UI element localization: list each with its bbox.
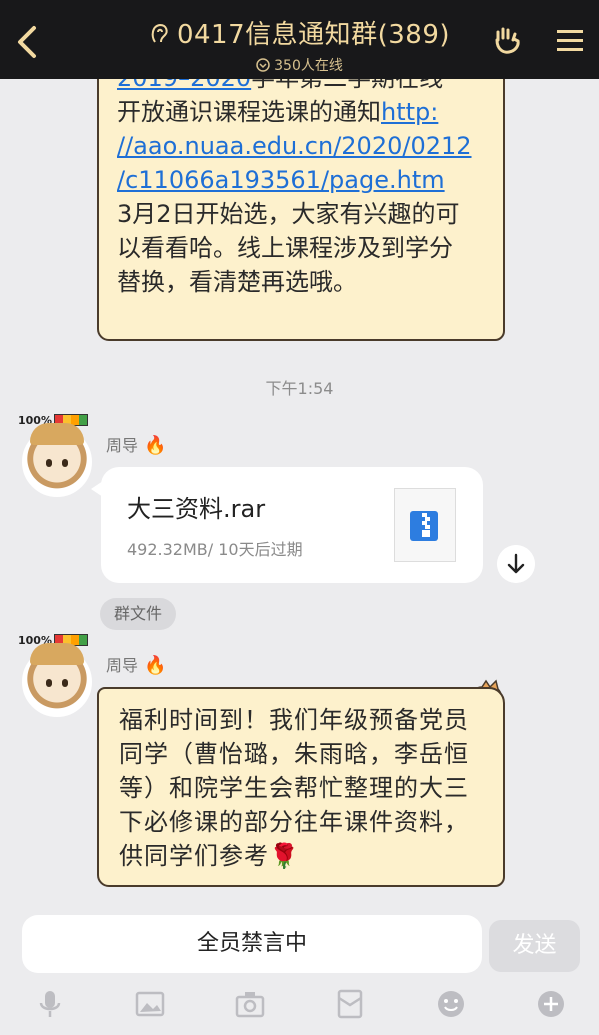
message-line: /c11066a193561/page.htm: [117, 163, 487, 197]
message-line: 开放通识课程选课的通知http:: [117, 95, 487, 129]
avatar[interactable]: [22, 643, 92, 717]
message-input-muted[interactable]: 全员禁言中: [22, 915, 482, 973]
ear-icon: [151, 23, 168, 43]
message-line: //aao.nuaa.edu.cn/2020/0212: [117, 129, 487, 163]
sender-name[interactable]: 周导 🔥: [106, 432, 166, 456]
sender-name-text: 周导: [106, 436, 139, 455]
year-link[interactable]: 2019–2020: [117, 79, 251, 92]
avatar-eye: [46, 459, 52, 467]
chat-title-text: 0417信息通知群(389): [176, 20, 451, 50]
message-bubble-notice[interactable]: ... 2019–2020学年第二学期在线 开放通识课程选课的通知http: /…: [97, 79, 505, 341]
message-line: 3月2日开始选，大家有兴趣的可: [117, 200, 460, 228]
red-packet-icon[interactable]: [335, 989, 365, 1019]
timestamp: 下午1:54: [265, 379, 334, 398]
top-bar: 0417信息通知群(389) 350人在线: [0, 0, 599, 79]
camera-icon[interactable]: [235, 989, 265, 1019]
bubble-tail: [91, 481, 103, 497]
input-toolbar: [0, 985, 599, 1025]
message-line: 福利时间到！我们年级预备党员: [119, 706, 469, 734]
message-line: 2019–2020学年第二学期在线: [117, 79, 487, 95]
sender-name[interactable]: 周导 🔥: [106, 652, 166, 676]
notice-url-link[interactable]: /c11066a193561/page.htm: [117, 166, 445, 194]
online-count-text: 350人在线: [274, 58, 343, 74]
eye-icon: [256, 58, 270, 72]
message-line: 以看看哈。线上课程涉及到学分: [117, 234, 453, 262]
image-icon[interactable]: [135, 989, 165, 1019]
message-bubble-welfare[interactable]: 福利时间到！我们年级预备党员 同学（曹怡璐，朱雨晗，李岳恒 等）和院学生会帮忙整…: [97, 687, 505, 887]
avatar[interactable]: [22, 423, 92, 497]
flame-icon: 🔥: [144, 655, 167, 676]
message-line: 下必修课的部分往年课件资料，: [119, 808, 469, 836]
sender-name-text: 周导: [106, 656, 139, 675]
message-line: 同学（曹怡璐，朱雨晗，李岳恒: [119, 740, 469, 768]
avatar-eye: [46, 679, 52, 687]
hat-shape: [30, 643, 84, 665]
group-file-tag[interactable]: 群文件: [100, 598, 176, 630]
send-button[interactable]: 发送: [489, 920, 580, 972]
online-count: 350人在线: [0, 55, 599, 75]
message-list[interactable]: ... 2019–2020学年第二学期在线 开放通识课程选课的通知http: /…: [0, 79, 599, 910]
notice-url-link[interactable]: http:: [381, 98, 438, 126]
message-line: 等）和院学生会帮忙整理的大三: [119, 774, 469, 802]
emoji-icon[interactable]: [436, 989, 466, 1019]
avatar-eye: [62, 459, 68, 467]
microphone-icon[interactable]: [35, 989, 65, 1019]
file-message-card[interactable]: 大三资料.rar 492.32MB/ 10天后过期: [91, 467, 483, 583]
message-text: 学年第二学期在线: [251, 79, 443, 92]
message-text: 开放通识课程选课的通知: [117, 98, 381, 126]
hand-gesture-icon[interactable]: [492, 24, 524, 56]
zip-file-icon: [394, 488, 456, 562]
download-icon[interactable]: [497, 545, 535, 583]
file-meta: 492.32MB/ 10天后过期: [127, 540, 303, 559]
message-line: 替换，看清楚再选哦。: [117, 268, 357, 296]
plus-icon[interactable]: [536, 989, 566, 1019]
message-line: 供同学们参考🌹: [119, 842, 300, 870]
flame-icon: 🔥: [144, 435, 167, 456]
notice-url-link[interactable]: //aao.nuaa.edu.cn/2020/0212: [117, 132, 472, 160]
avatar-eye: [62, 679, 68, 687]
menu-icon[interactable]: [555, 25, 585, 55]
hat-shape: [30, 423, 84, 445]
file-name: 大三资料.rar: [127, 495, 266, 523]
